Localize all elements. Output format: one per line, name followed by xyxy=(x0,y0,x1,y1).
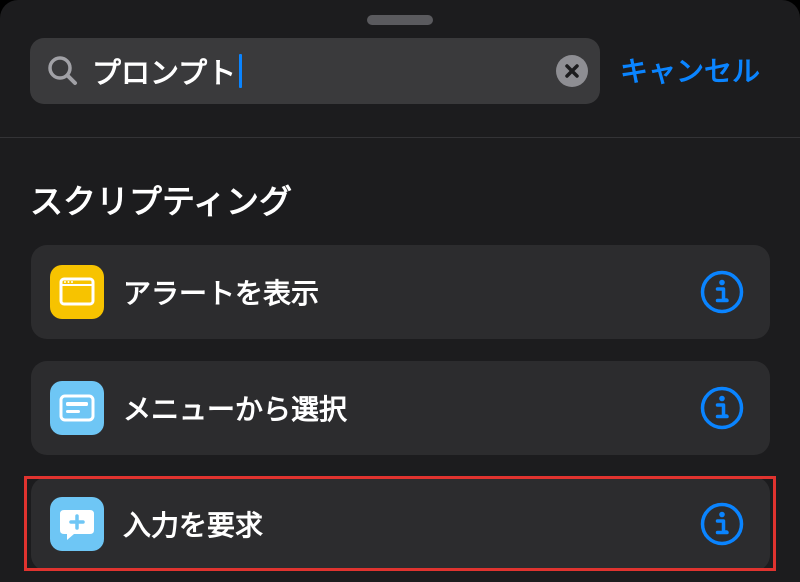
search-input[interactable]: プロンプト xyxy=(92,38,540,104)
text-cursor xyxy=(239,54,243,88)
action-row-show-alert[interactable]: アラートを表示 xyxy=(31,245,770,339)
header-divider xyxy=(0,137,800,138)
section-title-scripting: スクリプティング xyxy=(30,182,293,221)
search-bar[interactable]: プロンプト xyxy=(30,38,600,104)
action-label: アラートを表示 xyxy=(123,277,320,310)
action-row-choose-from-menu[interactable]: メニューから選択 xyxy=(31,361,770,455)
action-label: メニューから選択 xyxy=(123,393,348,426)
clear-search-icon[interactable] xyxy=(556,55,588,87)
cancel-button[interactable]: キャンセル xyxy=(620,46,780,94)
highlight-annotation xyxy=(24,476,776,571)
sheet-grabber[interactable] xyxy=(367,15,433,25)
alert-window-icon xyxy=(50,265,104,319)
info-icon[interactable] xyxy=(699,385,745,431)
search-icon xyxy=(48,56,77,85)
menu-list-icon xyxy=(50,381,104,435)
search-input-text: プロンプト xyxy=(92,56,237,90)
info-icon[interactable] xyxy=(699,269,745,315)
action-search-sheet: プロンプト キャンセル スクリプティング アラートを表示 メニューから選択 入力… xyxy=(0,0,800,582)
